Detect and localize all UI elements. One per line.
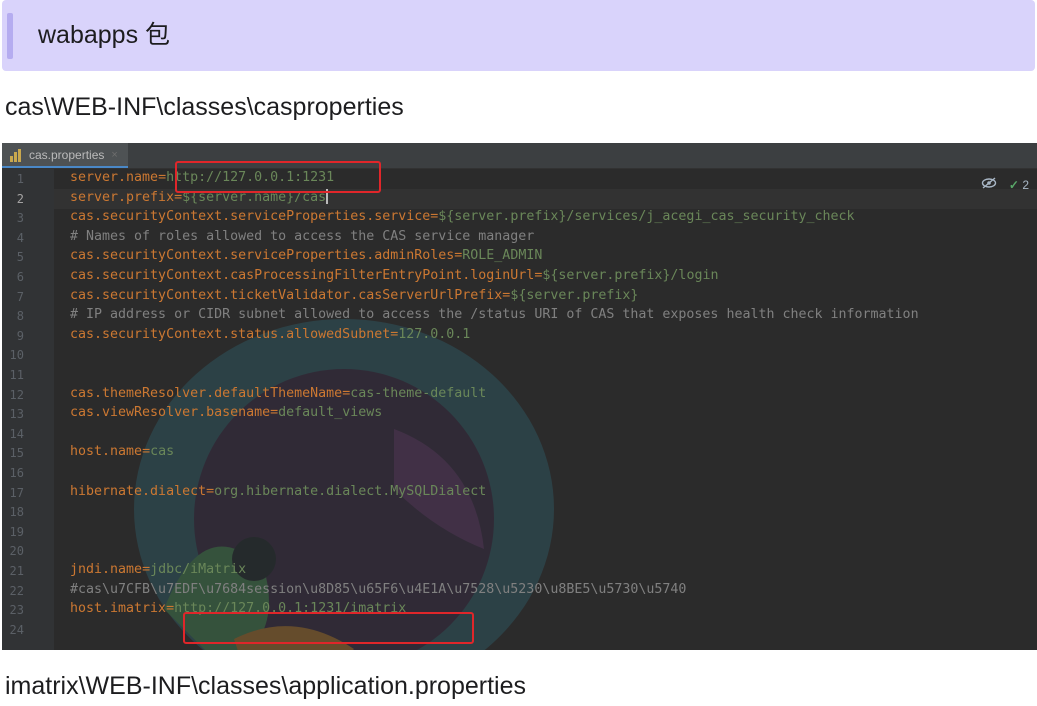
code-key: cas.securityContext.ticketValidator.casS…	[70, 287, 503, 303]
code-value: ROLE_ADMIN	[462, 248, 543, 264]
code-line[interactable]: cas.viewResolver.basename=default_views	[70, 403, 382, 423]
line-number: 21	[9, 564, 24, 578]
code-eq: =	[142, 562, 151, 577]
heading-title: wabapps 包	[38, 21, 171, 49]
code-eq: =	[158, 170, 167, 185]
code-line[interactable]: cas.securityContext.casProcessingFilterE…	[70, 266, 718, 286]
code-eq: =	[166, 601, 175, 617]
line-number: 9	[16, 328, 24, 343]
code-line[interactable]: jndi.name=jdbc/iMatrix	[70, 560, 246, 580]
code-eq: =	[270, 405, 279, 421]
highlight-box-server-name	[175, 161, 381, 193]
code-editor: cas.properties × 1 2 3 4 5 6 7 8 9 10 11 12 13 14 15 16…	[2, 143, 1037, 650]
code-key: server.name	[70, 170, 159, 185]
code-line[interactable]: cas.securityContext.ticketValidator.casS…	[70, 286, 638, 306]
code-key: cas.securityContext.serviceProperties.ad…	[70, 248, 455, 264]
inspection-widget[interactable]: ✓ 2	[981, 177, 1029, 192]
line-number-gutter: 1 2 3 4 5 6 7 8 9 10 11 12 13 14 15 16 17 18 19 20 21 22 23 24	[2, 169, 54, 650]
code-key: host.imatrix	[70, 601, 167, 617]
code-key: cas.viewResolver.basename	[70, 405, 271, 421]
line-number: 18	[9, 505, 24, 520]
code-line[interactable]: cas.securityContext.serviceProperties.ad…	[70, 246, 542, 266]
code-line[interactable]: host.name=cas	[70, 442, 174, 462]
close-icon[interactable]: ×	[111, 149, 117, 161]
code-value: cas-theme-default	[350, 385, 487, 401]
line-number: 5	[16, 250, 24, 265]
line-number: 10	[9, 348, 24, 363]
code-comment: # IP address or CIDR subnet allowed to a…	[70, 307, 919, 323]
code-key: server.prefix	[70, 189, 175, 205]
check-icon: ✓	[1008, 177, 1019, 192]
line-number: 8	[16, 309, 24, 324]
code-line[interactable]: hibernate.dialect=org.hibernate.dialect.…	[70, 482, 486, 502]
line-number: 3	[16, 211, 24, 226]
line-number: 15	[9, 446, 24, 461]
editor-tab-bar: cas.properties ×	[2, 143, 1037, 169]
code-comment: #cas\u7CFB\u7EDF\u7684session\u8D85\u65F…	[70, 581, 687, 597]
code-eq: =	[342, 385, 351, 401]
code-eq: =	[142, 444, 151, 460]
eye-off-icon[interactable]	[981, 177, 997, 192]
code-value: ${server.prefix}/login	[542, 268, 719, 283]
line-number: 11	[9, 368, 24, 382]
code-comment: # Names of roles allowed to access the C…	[70, 228, 535, 244]
line-number: 7	[16, 289, 24, 304]
file-path-bottom: imatrix\WEB-INF\classes\application.prop…	[5, 672, 526, 700]
code-value: default_views	[278, 405, 383, 421]
code-key: cas.securityContext.casProcessingFilterE…	[70, 268, 535, 283]
code-value: jdbc/iMatrix	[150, 562, 247, 577]
properties-file-icon	[10, 148, 24, 162]
line-number: 24	[9, 622, 24, 637]
line-number: 13	[9, 407, 24, 422]
tab-label: cas.properties	[29, 147, 105, 162]
line-number: 1	[16, 172, 24, 186]
inspection-status[interactable]: ✓ 2	[1009, 178, 1029, 192]
code-key: cas.themeResolver.defaultThemeName	[70, 385, 343, 401]
line-number: 19	[9, 524, 24, 539]
code-value: ${server.prefix}/services/j_acegi_cas_se…	[438, 209, 855, 225]
code-line[interactable]: cas.securityContext.status.allowedSubnet…	[70, 325, 470, 345]
code-key: jndi.name	[70, 562, 143, 577]
code-value: org.hibernate.dialect.MySQLDialect	[214, 483, 487, 499]
code-line[interactable]: # Names of roles allowed to access the C…	[70, 227, 534, 247]
line-number: 23	[9, 603, 24, 618]
tab-cas-properties[interactable]: cas.properties ×	[2, 143, 128, 168]
heading-accent-bar	[7, 13, 13, 59]
code-value: ${server.prefix}	[510, 287, 639, 303]
code-line[interactable]: cas.themeResolver.defaultThemeName=cas-t…	[70, 384, 486, 404]
line-number: 14	[9, 426, 24, 441]
code-value: cas	[150, 444, 175, 460]
code-value: 127.0.0.1	[398, 326, 471, 342]
code-area[interactable]: server.name=http://127.0.0.1:1231 server.…	[54, 161, 1037, 650]
line-number: 4	[16, 230, 24, 245]
line-number: 22	[9, 583, 24, 598]
highlight-box-host-imatrix	[183, 612, 474, 644]
line-number: 20	[9, 544, 24, 559]
code-eq: =	[206, 483, 215, 499]
code-key: hibernate.dialect	[70, 483, 207, 499]
line-number: 16	[9, 466, 24, 480]
code-line[interactable]: # IP address or CIDR subnet allowed to a…	[70, 305, 919, 325]
line-number: 2	[16, 191, 24, 206]
line-number: 6	[16, 270, 24, 284]
line-number: 17	[9, 485, 24, 500]
code-line[interactable]: cas.securityContext.serviceProperties.se…	[70, 207, 855, 227]
section-heading: wabapps 包	[2, 0, 1035, 71]
file-path-top: cas\WEB-INF\classes\casproperties	[5, 93, 404, 121]
code-line[interactable]: #cas\u7CFB\u7EDF\u7684session\u8D85\u65F…	[70, 580, 686, 600]
code-key: cas.securityContext.serviceProperties.se…	[70, 209, 431, 225]
code-key: host.name	[70, 444, 143, 460]
code-key: cas.securityContext.status.allowedSubnet	[70, 326, 391, 342]
line-number: 12	[9, 387, 24, 402]
